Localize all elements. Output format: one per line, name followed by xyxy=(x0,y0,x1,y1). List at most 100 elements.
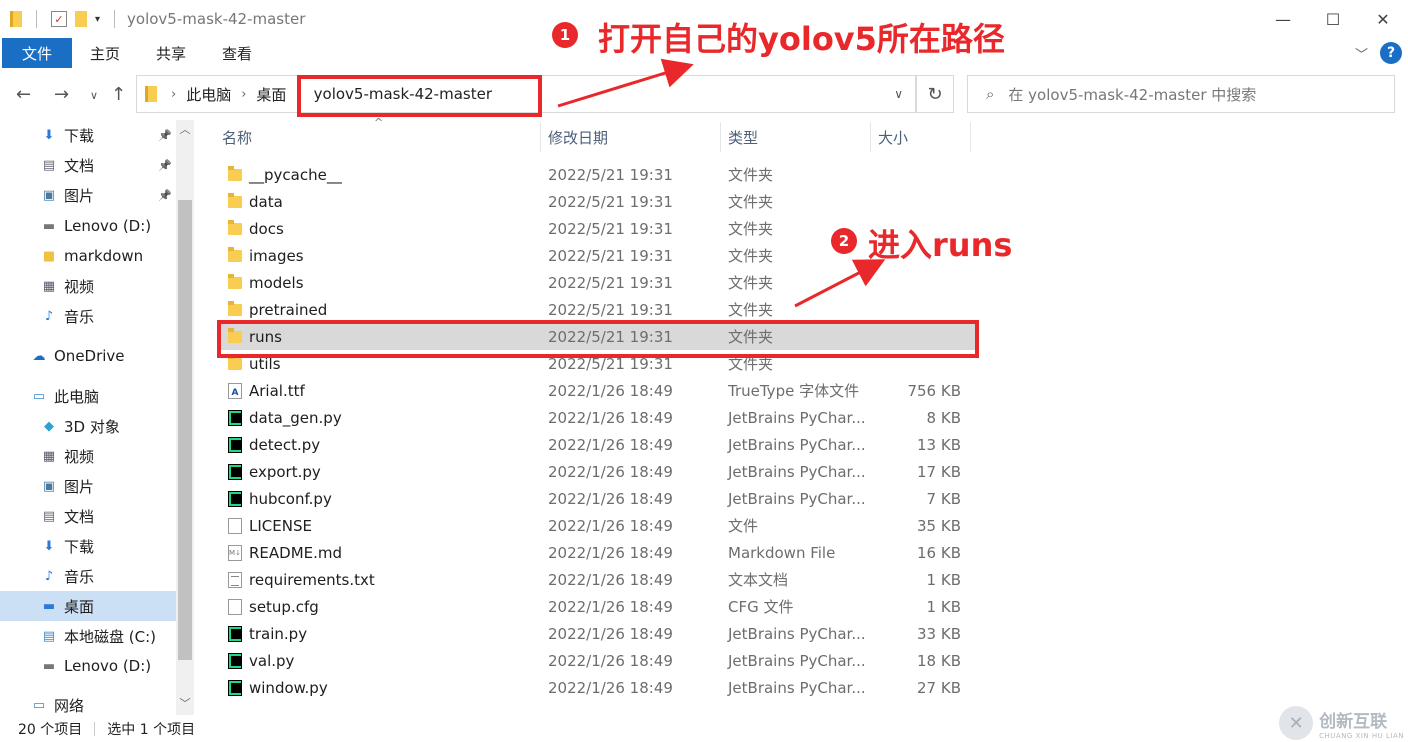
sidebar-item[interactable]: ▬ Lenovo (D:) xyxy=(0,651,176,681)
sidebar-item[interactable]: ▤ 文档 📌 xyxy=(0,150,176,180)
file-list: 名称 ^ 修改日期 类型 大小 __pycache__ 2022/5/21 19:… xyxy=(212,116,982,715)
file-type: JetBrains PyChar... xyxy=(728,462,866,481)
new-folder-icon[interactable] xyxy=(75,11,87,27)
scroll-down-icon[interactable]: ﹀ xyxy=(176,694,194,712)
file-row[interactable]: M↓ README.md 2022/1/26 18:49 Markdown File 1… xyxy=(218,539,978,566)
file-row[interactable]: pretrained 2022/5/21 19:31 文件夹 xyxy=(218,296,978,323)
file-row[interactable]: A Arial.ttf 2022/1/26 18:49 TrueType 字体文件 75… xyxy=(218,377,978,404)
forward-icon[interactable]: → xyxy=(54,84,69,105)
file-row[interactable]: requirements.txt 2022/1/26 18:49 文本文档 1 KB xyxy=(218,566,978,593)
chevron-right-icon[interactable]: › xyxy=(241,87,246,102)
file-row[interactable]: LICENSE 2022/1/26 18:49 文件 35 KB xyxy=(218,512,978,539)
column-header-type[interactable]: 类型 xyxy=(728,120,758,154)
column-divider[interactable] xyxy=(720,122,721,152)
file-date: 2022/5/21 19:31 xyxy=(548,246,673,265)
tab-share[interactable]: 共享 xyxy=(138,38,204,68)
sidebar-item[interactable]: ▬ 桌面 xyxy=(0,591,176,621)
document-icon: ▤ xyxy=(42,508,56,524)
refresh-icon[interactable]: ↻ xyxy=(916,75,954,113)
column-header-date[interactable]: 修改日期 xyxy=(548,120,608,154)
sidebar-item-label: 图片 xyxy=(64,477,95,496)
watermark: ✕ 创新互联 CHUANG XIN HU LIAN xyxy=(1279,706,1404,740)
file-row[interactable]: data 2022/5/21 19:31 文件夹 xyxy=(218,188,978,215)
tab-home[interactable]: 主页 xyxy=(72,38,138,68)
file-type: 文件夹 xyxy=(728,274,774,292)
folder-icon xyxy=(228,301,242,316)
scroll-up-icon[interactable]: ︿ xyxy=(176,120,194,138)
drive-icon: ▬ xyxy=(42,218,56,234)
sidebar-item[interactable]: ▤ 本地磁盘 (C:) xyxy=(0,621,176,651)
back-icon[interactable]: ← xyxy=(16,84,31,105)
file-row[interactable]: images 2022/5/21 19:31 文件夹 xyxy=(218,242,978,269)
sidebar-item[interactable]: ♪ 音乐 xyxy=(0,301,176,331)
file-row[interactable]: hubconf.py 2022/1/26 18:49 JetBrains PyCha… xyxy=(218,485,978,512)
search-input[interactable]: ⌕ 在 yolov5-mask-42-master 中搜索 xyxy=(967,75,1395,113)
sidebar-item[interactable]: ◆ 3D 对象 xyxy=(0,411,176,441)
sidebar-item[interactable]: ▦ 视频 xyxy=(0,271,176,301)
sidebar-scrollbar[interactable]: ︿ ﹀ xyxy=(176,120,194,715)
breadcrumb-desktop[interactable]: 桌面 xyxy=(256,84,286,105)
download-icon: ⬇ xyxy=(43,538,55,554)
file-row[interactable]: train.py 2022/1/26 18:49 JetBrains PyChar.… xyxy=(218,620,978,647)
file-date: 2022/5/21 19:31 xyxy=(548,300,673,319)
sidebar-item-label: Lenovo (D:) xyxy=(64,657,152,675)
maximize-icon[interactable]: ☐ xyxy=(1308,0,1358,38)
close-icon[interactable]: ✕ xyxy=(1358,0,1408,38)
chevron-right-icon[interactable]: › xyxy=(171,87,176,102)
sidebar-item-label: 桌面 xyxy=(64,597,95,616)
recent-locations-icon[interactable]: ∨ xyxy=(90,89,98,102)
customize-toolbar-icon[interactable]: ▾ xyxy=(95,14,100,25)
scrollbar-thumb[interactable] xyxy=(178,200,192,660)
sidebar-item[interactable]: ⬇ 下载 📌 xyxy=(0,120,176,150)
folder-icon xyxy=(228,193,242,208)
column-divider[interactable] xyxy=(970,122,971,152)
file-row[interactable]: val.py 2022/1/26 18:49 JetBrains PyChar...… xyxy=(218,647,978,674)
properties-icon[interactable]: ✓ xyxy=(51,11,67,27)
minimize-icon[interactable]: — xyxy=(1258,0,1308,38)
file-row[interactable]: export.py 2022/1/26 18:49 JetBrains PyChar… xyxy=(218,458,978,485)
file-type: 文件夹 xyxy=(728,166,774,184)
sidebar-item[interactable]: ▤ 文档 xyxy=(0,501,176,531)
file-name: Arial.ttf xyxy=(249,381,305,400)
file-row[interactable]: data_gen.py 2022/1/26 18:49 JetBrains PyCh… xyxy=(218,404,978,431)
chevron-down-icon[interactable]: ∨ xyxy=(894,87,903,101)
pin-icon[interactable]: 📌 xyxy=(158,129,172,142)
file-row[interactable]: window.py 2022/1/26 18:49 JetBrains PyChar… xyxy=(218,674,978,701)
column-divider[interactable] xyxy=(870,122,871,152)
column-header-size[interactable]: 大小 xyxy=(878,120,908,154)
file-date: 2022/1/26 18:49 xyxy=(548,489,673,508)
pin-icon[interactable]: 📌 xyxy=(158,189,172,202)
pictures-icon: ▣ xyxy=(42,478,56,494)
sidebar-item[interactable]: ▣ 图片 xyxy=(0,471,176,501)
help-icon[interactable]: ? xyxy=(1380,42,1402,64)
file-name: README.md xyxy=(249,543,343,562)
column-header-name[interactable]: 名称 xyxy=(222,120,252,154)
file-size: 7 KB xyxy=(926,489,961,508)
tab-view[interactable]: 查看 xyxy=(204,38,270,68)
text-file-icon xyxy=(228,572,242,588)
file-row[interactable]: docs 2022/5/21 19:31 文件夹 xyxy=(218,215,978,242)
sidebar-item[interactable]: ▬ Lenovo (D:) xyxy=(0,211,176,241)
sidebar-item[interactable]: ■ markdown xyxy=(0,241,176,271)
column-divider[interactable] xyxy=(540,122,541,152)
expand-ribbon-icon[interactable]: ﹀ xyxy=(1355,44,1368,63)
file-row[interactable]: __pycache__ 2022/5/21 19:31 文件夹 xyxy=(218,161,978,188)
sidebar-item[interactable]: ▣ 图片 📌 xyxy=(0,180,176,210)
sidebar-item-label: Lenovo (D:) xyxy=(64,217,152,235)
sidebar-item[interactable]: ⬇ 下载 xyxy=(0,531,176,561)
sidebar-item[interactable]: ☁ OneDrive xyxy=(0,341,176,371)
pin-icon[interactable]: 📌 xyxy=(158,159,172,172)
folder-icon: ■ xyxy=(42,248,56,264)
file-row[interactable]: models 2022/5/21 19:31 文件夹 xyxy=(218,269,978,296)
step-2-badge: 2 xyxy=(831,228,857,254)
sidebar-item[interactable]: ▦ 视频 xyxy=(0,441,176,471)
tab-file[interactable]: 文件 xyxy=(2,38,73,68)
step-1-label: 打开自己的yolov5所在路径 xyxy=(598,20,1005,58)
up-icon[interactable]: ↑ xyxy=(111,84,126,105)
file-row[interactable]: setup.cfg 2022/1/26 18:49 CFG 文件 1 KB xyxy=(218,593,978,620)
file-type: CFG 文件 xyxy=(728,598,794,616)
sidebar-item[interactable]: ▭ 此电脑 xyxy=(0,381,176,411)
file-row[interactable]: detect.py 2022/1/26 18:49 JetBrains PyChar… xyxy=(218,431,978,458)
sidebar-item[interactable]: ♪ 音乐 xyxy=(0,561,176,591)
breadcrumb-this-pc[interactable]: 此电脑 xyxy=(186,84,231,105)
